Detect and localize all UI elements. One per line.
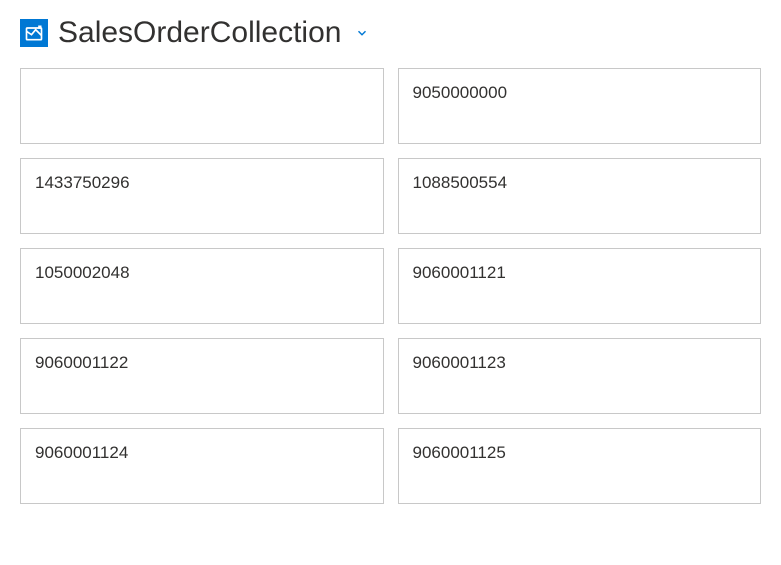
card-value: 9060001124 — [35, 443, 128, 462]
list-item[interactable]: 1088500554 — [398, 158, 762, 234]
card-value: 9060001125 — [413, 443, 506, 462]
card-value: 9060001122 — [35, 353, 128, 372]
chevron-down-icon[interactable] — [355, 26, 369, 40]
page-title: SalesOrderCollection — [58, 16, 341, 50]
page-header: SalesOrderCollection — [20, 16, 761, 50]
list-item[interactable]: 1050002048 — [20, 248, 384, 324]
card-grid: 9050000000 1433750296 1088500554 1050002… — [20, 68, 761, 504]
list-item[interactable]: 9060001122 — [20, 338, 384, 414]
card-value: 1050002048 — [35, 263, 130, 282]
list-item[interactable]: 9060001124 — [20, 428, 384, 504]
list-item[interactable]: 9050000000 — [398, 68, 762, 144]
card-value: 9060001123 — [413, 353, 506, 372]
list-item[interactable]: 9060001123 — [398, 338, 762, 414]
list-item[interactable]: 1433750296 — [20, 158, 384, 234]
card-value: 1433750296 — [35, 173, 130, 192]
card-value: 9060001121 — [413, 263, 506, 282]
collection-icon — [20, 19, 48, 47]
list-item[interactable]: 9060001121 — [398, 248, 762, 324]
card-value: 1088500554 — [413, 173, 508, 192]
card-value: 9050000000 — [413, 83, 508, 102]
list-item[interactable] — [20, 68, 384, 144]
list-item[interactable]: 9060001125 — [398, 428, 762, 504]
